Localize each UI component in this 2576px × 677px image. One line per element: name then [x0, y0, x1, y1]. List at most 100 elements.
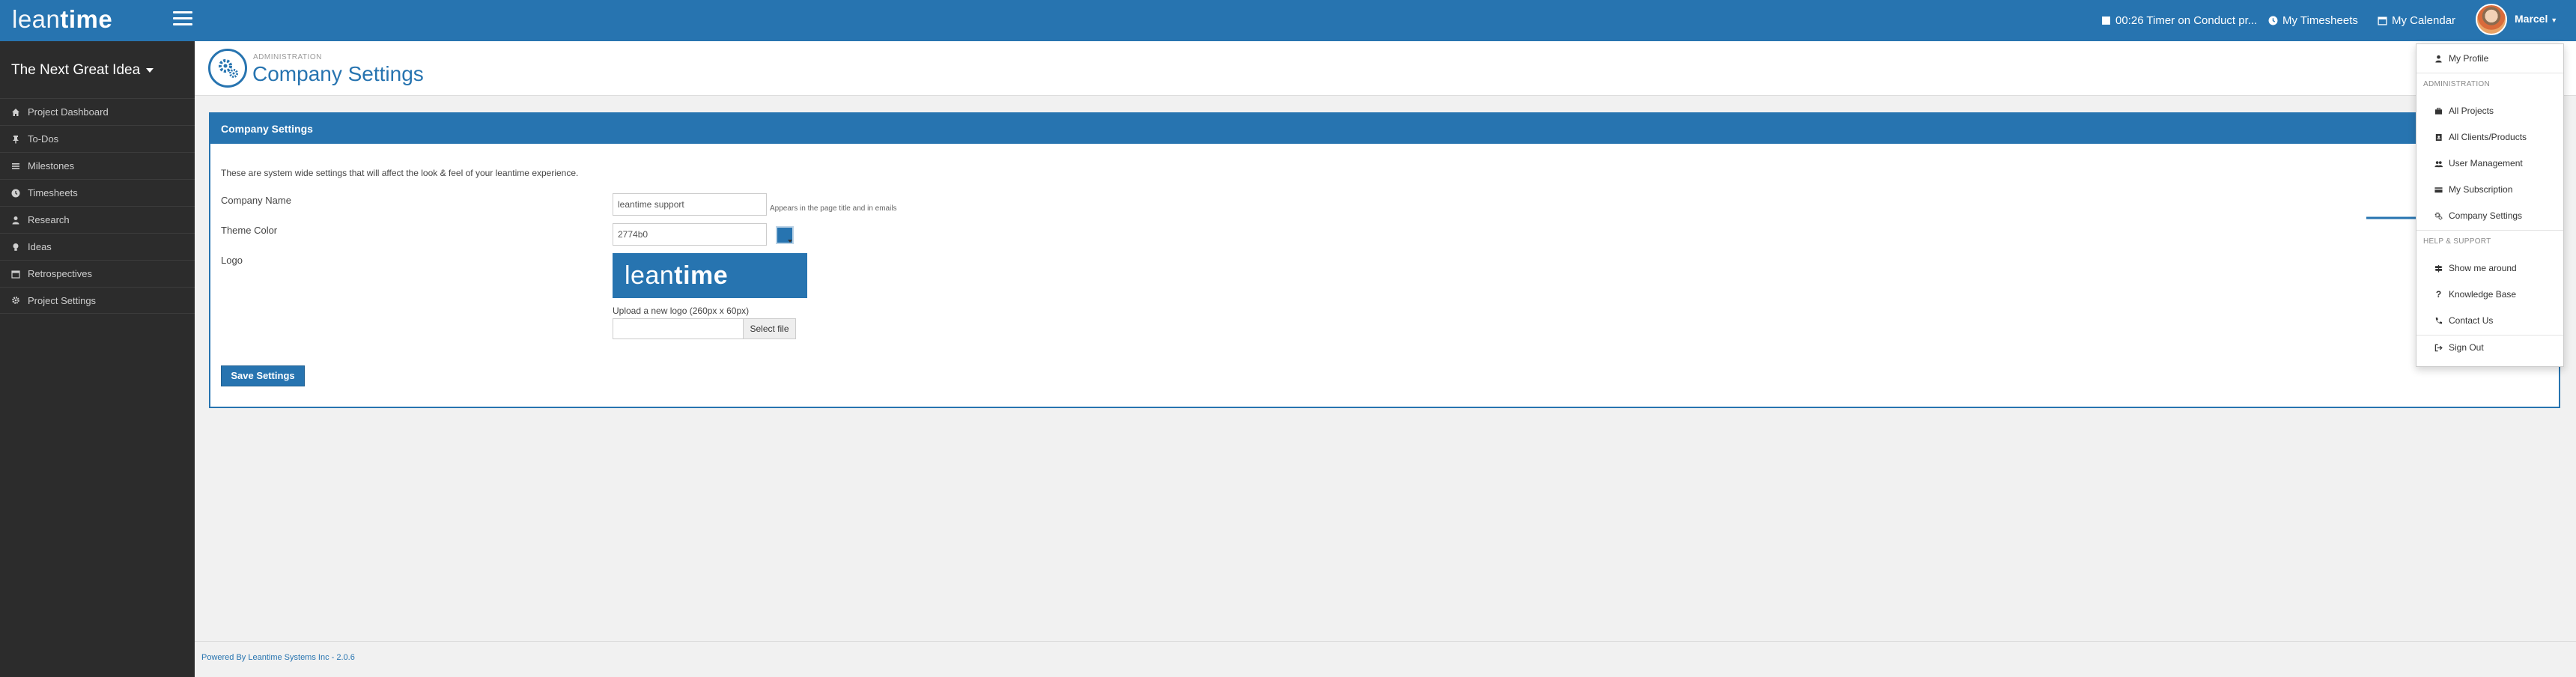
logo-label: Logo [221, 255, 243, 266]
briefcase-icon [2434, 107, 2443, 115]
menu-item-label: Contact Us [2449, 315, 2494, 326]
company-name-input[interactable]: leantime support [613, 193, 767, 216]
sidebar-item-timesheets[interactable]: Timesheets [0, 179, 195, 206]
left-sidebar: The Next Great Idea Project Dashboard To… [0, 41, 195, 677]
menu-section-help-support: HELP & SUPPORT [2423, 237, 2491, 246]
menu-toggle-icon[interactable] [173, 11, 192, 28]
menu-item-all-clients[interactable]: All Clients/Products [2416, 127, 2563, 147]
logo-file-input[interactable]: Select file [613, 318, 796, 339]
upload-logo-label: Upload a new logo (260px x 60px) [613, 306, 750, 316]
sidebar-item-milestones[interactable]: Milestones [0, 152, 195, 179]
select-file-button[interactable]: Select file [743, 319, 795, 338]
menu-item-contact-us[interactable]: Contact Us [2416, 311, 2563, 330]
user-name: Marcel [2515, 13, 2548, 25]
logo-preview: leantime [613, 253, 807, 298]
theme-color-input[interactable]: 2774b0 [613, 223, 767, 246]
menu-item-my-profile[interactable]: My Profile [2416, 49, 2563, 68]
stop-icon [2102, 16, 2110, 25]
signpost-icon [2434, 264, 2443, 273]
bulb-icon [13, 243, 19, 251]
timer-button[interactable]: 00:26 Timer on Conduct pr... [2101, 12, 2257, 28]
user-avatar[interactable] [2476, 4, 2507, 35]
sidebar-item-label: Research [28, 214, 70, 225]
menu-item-show-me-around[interactable]: Show me around [2416, 258, 2563, 278]
logo-text-time: time [60, 5, 113, 33]
gear-icon [12, 297, 19, 304]
my-timesheets-label: My Timesheets [2282, 13, 2358, 27]
sidebar-item-label: Ideas [28, 241, 52, 252]
sidebar-item-label: Retrospectives [28, 268, 92, 279]
sidebar-item-project-dashboard[interactable]: Project Dashboard [0, 98, 195, 125]
home-icon [12, 108, 19, 116]
my-timesheets-link[interactable]: My Timesheets [2268, 12, 2358, 28]
gears-icon [208, 49, 247, 88]
user-dropdown-menu: My Profile ADMINISTRATION All Projects A… [2416, 43, 2564, 367]
list-icon [12, 163, 19, 169]
footer-link[interactable]: Powered By Leantime Systems Inc - 2.0.6 [201, 653, 355, 662]
chevron-down-icon: ▼ [2551, 16, 2558, 24]
user-icon [2435, 55, 2442, 63]
calendar-icon [11, 270, 20, 279]
menu-item-my-subscription[interactable]: My Subscription [2416, 180, 2563, 199]
my-calendar-link[interactable]: My Calendar [2378, 12, 2455, 28]
sidebar-item-ideas[interactable]: Ideas [0, 233, 195, 260]
save-settings-button[interactable]: Save Settings [221, 365, 305, 386]
menu-item-label: All Clients/Products [2449, 132, 2527, 142]
question-icon: ? [2435, 288, 2442, 300]
menu-item-label: My Subscription [2449, 184, 2513, 195]
timer-label: 00:26 Timer on Conduct pr... [2115, 13, 2258, 27]
calendar-icon [2378, 16, 2387, 25]
user-menu-toggle[interactable]: Marcel ▼ [2515, 13, 2557, 25]
sidebar-item-project-settings[interactable]: Project Settings [0, 287, 195, 314]
logo-preview-text-lean: lean [625, 261, 675, 290]
sidebar-item-label: Project Settings [28, 294, 97, 306]
page-title: Company Settings [252, 62, 424, 85]
users-icon [2434, 160, 2443, 167]
intro-text: These are system wide settings that will… [221, 168, 579, 178]
logo-text-lean: lean [12, 5, 61, 33]
clock-icon [2268, 16, 2278, 25]
menu-section-administration: ADMINISTRATION [2423, 80, 2491, 88]
project-name: The Next Great Idea [11, 62, 141, 78]
sign-out-icon [2434, 344, 2443, 351]
menu-item-sign-out[interactable]: Sign Out [2416, 338, 2563, 357]
sidebar-item-label: To-Dos [28, 133, 59, 145]
phone-icon [2435, 317, 2443, 324]
sidebar-item-label: Project Dashboard [28, 106, 109, 118]
sidebar-item-label: Timesheets [28, 187, 78, 198]
sidebar-item-label: Milestones [28, 160, 75, 171]
company-name-label: Company Name [221, 195, 291, 206]
menu-item-user-management[interactable]: User Management [2416, 154, 2563, 173]
color-picker-caret-icon [788, 240, 792, 243]
address-book-icon [2435, 133, 2442, 141]
logo-preview-text-time: time [674, 261, 729, 290]
top-header: lean time 00:26 Timer on Conduct pr... My… [0, 0, 2576, 41]
pin-icon [13, 135, 19, 143]
sidebar-nav: Project Dashboard To-Dos Milestones Time… [0, 98, 195, 314]
menu-divider [2416, 230, 2563, 231]
sidebar-item-retrospectives[interactable]: Retrospectives [0, 260, 195, 287]
company-name-help: Appears in the page title and in emails [770, 204, 897, 213]
menu-item-company-settings[interactable]: Company Settings [2416, 206, 2563, 225]
company-settings-panel: Company Settings These are system wide s… [209, 112, 2560, 408]
my-calendar-label: My Calendar [2392, 13, 2456, 27]
project-selector[interactable]: The Next Great Idea [11, 62, 154, 79]
leantime-logo[interactable]: lean time [12, 4, 112, 34]
company-name-value: leantime support [618, 199, 684, 210]
sidebar-item-research[interactable]: Research [0, 206, 195, 233]
panel-title: Company Settings [210, 114, 2559, 144]
menu-item-label: User Management [2449, 158, 2523, 169]
caret-down-icon [146, 67, 154, 73]
menu-item-knowledge-base[interactable]: ? Knowledge Base [2416, 285, 2563, 304]
clock-icon [11, 189, 20, 197]
page-header: ADMINISTRATION Company Settings [195, 41, 2576, 96]
menu-item-label: My Profile [2449, 53, 2489, 64]
menu-item-all-projects[interactable]: All Projects [2416, 101, 2563, 121]
theme-color-label: Theme Color [221, 225, 278, 236]
menu-item-label: All Projects [2449, 106, 2494, 116]
menu-item-label: Company Settings [2449, 210, 2523, 221]
cogs-icon [2434, 212, 2443, 219]
menu-item-label: Show me around [2449, 263, 2517, 273]
theme-color-value: 2774b0 [618, 229, 648, 240]
sidebar-item-todos[interactable]: To-Dos [0, 125, 195, 152]
